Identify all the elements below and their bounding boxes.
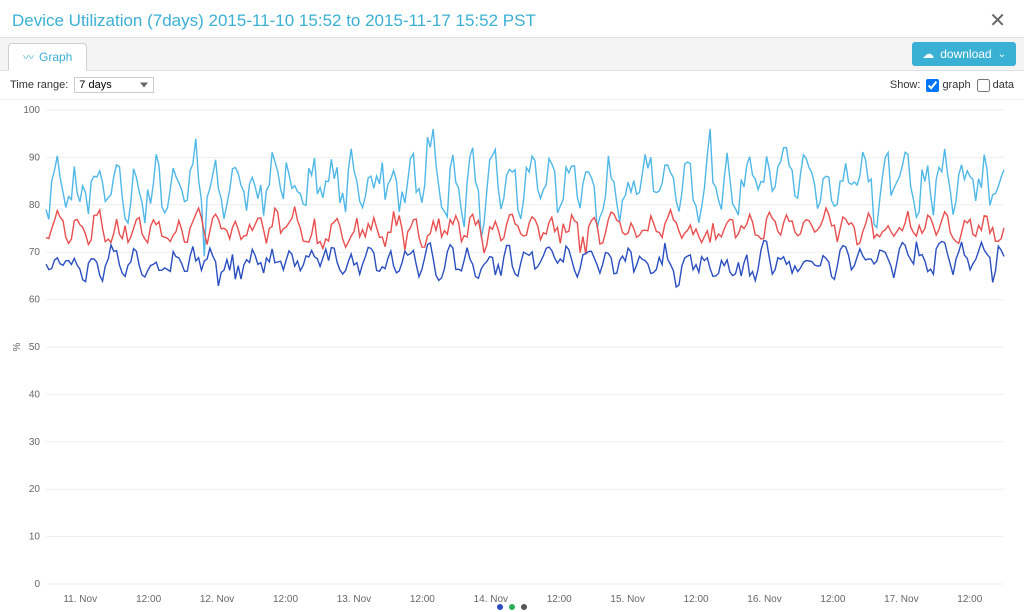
graph-checkbox-label: graph [942,79,970,91]
chevron-down-icon: ⌄ [998,49,1006,60]
svg-text:80: 80 [29,200,41,211]
time-range-label: Time range: [10,79,68,91]
data-checkbox-input[interactable] [977,79,990,92]
svg-text:60: 60 [29,295,41,306]
data-checkbox-label: data [993,79,1014,91]
legend-dot[interactable] [521,604,527,610]
chart-svg: 0102030405060708090100%11. Nov12:0012. N… [8,104,1016,612]
svg-text:30: 30 [29,437,41,448]
svg-text:70: 70 [29,247,41,258]
cloud-download-icon: ☁ [922,47,934,61]
show-data-checkbox[interactable]: data [977,79,1014,92]
controls-bar: Time range: 7 days Show: graph data [0,71,1024,100]
show-graph-checkbox[interactable]: graph [926,79,970,92]
legend-dot[interactable] [497,604,503,610]
show-label: Show: [890,79,921,91]
download-label: download [940,47,991,61]
pulse-icon: 〰 [23,49,34,65]
svg-text:90: 90 [29,152,41,163]
time-range-select[interactable]: 7 days [74,77,154,93]
download-button[interactable]: ☁ download ⌄ [912,42,1016,66]
legend-dots [8,602,1016,610]
svg-text:%: % [12,342,23,351]
page-title: Device Utilization (7days) 2015-11-10 15… [12,11,536,31]
svg-text:0: 0 [34,579,40,590]
svg-text:40: 40 [29,389,41,400]
legend-dot[interactable] [509,604,515,610]
chart-area: 0102030405060708090100%11. Nov12:0012. N… [8,104,1016,612]
tab-graph[interactable]: 〰 Graph [8,43,87,71]
graph-checkbox-input[interactable] [926,79,939,92]
svg-text:20: 20 [29,484,41,495]
svg-text:50: 50 [29,342,41,353]
svg-text:100: 100 [23,105,40,116]
tab-graph-label: Graph [39,50,72,64]
svg-text:10: 10 [29,532,41,543]
close-icon[interactable]: ✕ [983,8,1012,33]
tab-bar: 〰 Graph ☁ download ⌄ [0,37,1024,71]
